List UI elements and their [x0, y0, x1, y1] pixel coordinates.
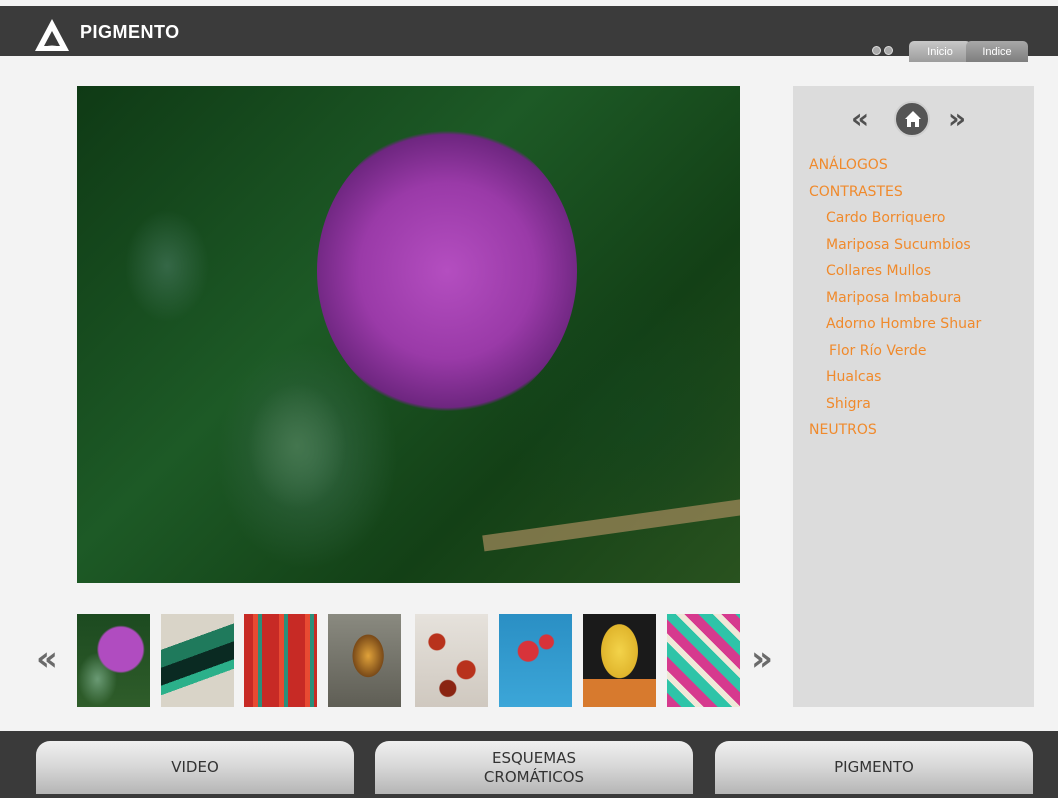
home-button[interactable] — [894, 101, 930, 137]
thumbnail-textile[interactable] — [244, 614, 317, 707]
index-menu: ANÁLOGOS CONTRASTES Cardo Borriquero Mar… — [809, 152, 981, 444]
thumbnail-red-flower[interactable] — [499, 614, 572, 707]
menu-item-analogos[interactable]: ANÁLOGOS — [809, 152, 981, 179]
menu-item-mariposa-sucumbios[interactable]: Mariposa Sucumbios — [809, 232, 981, 259]
background-stem — [482, 496, 740, 552]
thumbnail-moth[interactable] — [161, 614, 234, 707]
app-title: PIGMENTO — [80, 22, 180, 42]
menu-item-adorno-hombre-shuar[interactable]: Adorno Hombre Shuar — [809, 311, 981, 338]
pigmento-button[interactable]: PIGMENTO — [715, 741, 1033, 794]
pigmento-logo-icon — [35, 19, 69, 51]
video-button[interactable]: VIDEO — [36, 741, 354, 794]
menu-item-hualcas[interactable]: Hualcas — [809, 364, 981, 391]
tab-indice[interactable]: Indice — [966, 41, 1028, 62]
menu-item-cardo-borriquero[interactable]: Cardo Borriquero — [809, 205, 981, 232]
thumbnail-thistle[interactable] — [77, 614, 150, 707]
thumbnail-bead-necklaces[interactable] — [583, 614, 656, 707]
esquemas-cromaticos-label: ESQUEMAS CROMÁTICOS — [483, 748, 585, 786]
menu-item-shigra[interactable]: Shigra — [809, 391, 981, 418]
thumbnail-butterfly[interactable] — [328, 614, 401, 707]
thumbs-next-icon[interactable]: » — [751, 642, 773, 676]
app-header: PIGMENTO Inicio Indice — [0, 0, 1058, 62]
tab-inicio[interactable]: Inicio — [909, 41, 971, 62]
menu-item-neutros[interactable]: NEUTROS — [809, 417, 981, 444]
esquemas-cromaticos-button[interactable]: ESQUEMAS CROMÁTICOS — [375, 741, 693, 794]
index-sidebar: « » ANÁLOGOS CONTRASTES Cardo Borriquero… — [793, 86, 1034, 707]
thumbnail-seed-necklace[interactable] — [415, 614, 488, 707]
thumbnail-woven-bag[interactable] — [667, 614, 740, 707]
prev-page-icon[interactable]: « — [851, 105, 869, 133]
thumbs-prev-icon[interactable]: « — [36, 642, 58, 676]
next-page-icon[interactable]: » — [948, 105, 966, 133]
menu-item-mariposa-imbabura[interactable]: Mariposa Imbabura — [809, 285, 981, 312]
fullscreen-icon[interactable] — [872, 46, 881, 55]
sound-icon[interactable] — [884, 46, 893, 55]
menu-item-collares-mullos[interactable]: Collares Mullos — [809, 258, 981, 285]
menu-item-contrastes[interactable]: CONTRASTES — [809, 179, 981, 206]
thistle-bloom — [317, 126, 577, 416]
main-photo-thistle — [77, 86, 740, 583]
home-icon — [905, 111, 921, 127]
menu-item-flor-rio-verde[interactable]: Flor Río Verde — [809, 338, 981, 365]
header-tools — [872, 46, 893, 55]
